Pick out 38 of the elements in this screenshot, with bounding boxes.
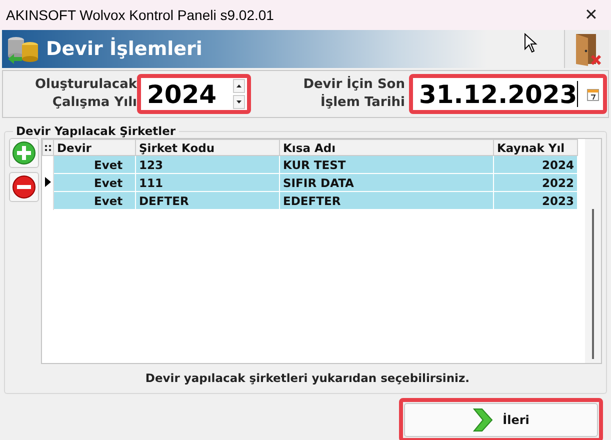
scrollbar[interactable] xyxy=(585,139,601,363)
year-field[interactable]: 2024 xyxy=(137,74,251,114)
table-cell: EDEFTER xyxy=(280,192,494,210)
field-label: Oluşturulacak Çalışma Yılı xyxy=(34,76,137,112)
table-cell: DEFTER xyxy=(136,192,280,210)
group-title: Devir Yapılacak Şirketler xyxy=(15,124,177,138)
mouse-pointer-icon xyxy=(524,33,538,53)
close-button[interactable]: ✕ xyxy=(571,0,611,30)
table-cell: SIFIR DATA xyxy=(280,174,494,192)
grid-menu-icon[interactable] xyxy=(45,144,51,152)
column-header[interactable]: Kısa Adı xyxy=(280,140,494,156)
column-header[interactable]: Devir xyxy=(54,140,136,156)
spin-up-icon[interactable] xyxy=(233,79,245,93)
table-cell: 2023 xyxy=(494,192,578,210)
table-cell: 2024 xyxy=(494,156,578,174)
field-label: Devir İçin Son İşlem Tarihi xyxy=(302,76,405,112)
add-button[interactable] xyxy=(9,138,39,168)
spin-down-icon[interactable] xyxy=(233,95,245,109)
window-title: AKINSOFT Wolvox Kontrol Paneli s9.02.01 xyxy=(5,7,274,23)
remove-button[interactable] xyxy=(9,172,39,202)
calendar-icon[interactable] xyxy=(587,88,599,100)
column-header[interactable]: Şirket Kodu xyxy=(136,140,280,156)
header-title: Devir İşlemleri xyxy=(46,38,202,60)
table-cell: Evet xyxy=(54,156,136,174)
next-button[interactable]: İleri xyxy=(404,403,598,437)
minus-icon xyxy=(12,175,36,199)
date-field[interactable]: 31.12.2023 xyxy=(409,74,607,114)
database-icon xyxy=(6,34,40,64)
table-cell: 111 xyxy=(136,174,280,192)
table-cell: KUR TEST xyxy=(280,156,494,174)
hint-text: Devir yapılacak şirketleri yukarıdan seçebilirsiniz. xyxy=(144,370,471,387)
plus-icon xyxy=(12,141,36,165)
table-cell: Evet xyxy=(54,174,136,192)
column-header[interactable]: Kaynak Yıl xyxy=(494,140,578,156)
table-cell: 123 xyxy=(136,156,280,174)
table-cell: Evet xyxy=(54,192,136,210)
chevron-right-icon xyxy=(472,408,493,432)
table-cell: 2022 xyxy=(494,174,578,192)
